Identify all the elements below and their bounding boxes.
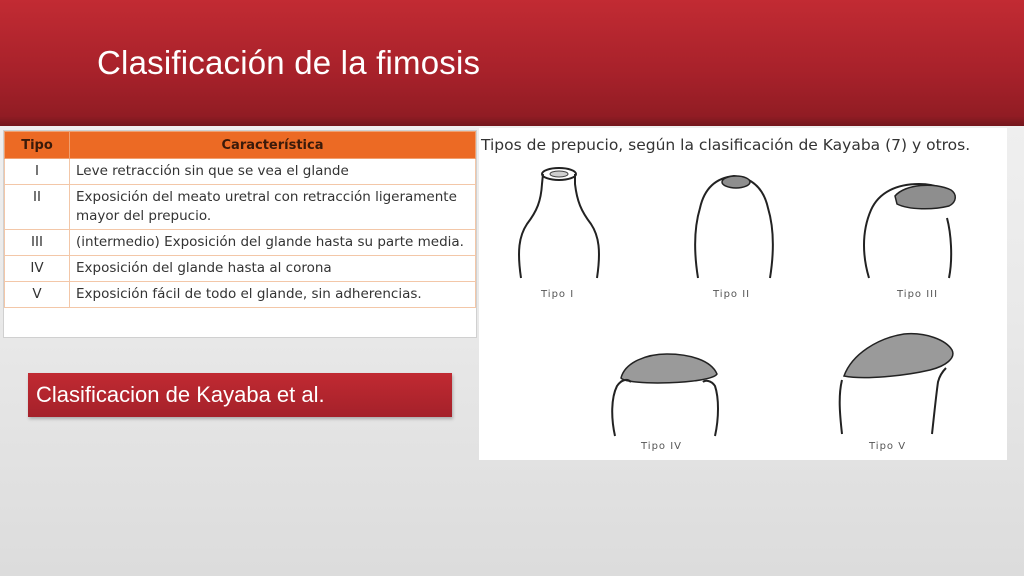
table-row: III (intermedio) Exposición del glande h…	[4, 229, 476, 256]
classification-table: Tipo Característica I Leve retracción si…	[3, 130, 477, 338]
kayaba-callout-text: Clasificacion de Kayaba et al.	[36, 382, 325, 407]
label-tipo-4: Tipo IV	[641, 441, 683, 452]
tipo-3-drawing	[863, 182, 956, 279]
cell-tipo: III	[4, 229, 70, 256]
cell-caracteristica: Exposición del meato uretral con retracc…	[69, 184, 476, 230]
label-tipo-1: Tipo I	[541, 289, 575, 300]
slide-title: Clasificación de la fimosis	[97, 44, 481, 81]
cell-caracteristica: Exposición fácil de todo el glande, sin …	[69, 281, 476, 308]
header-caracteristica: Característica	[69, 131, 476, 159]
cell-tipo: II	[4, 184, 70, 230]
table-header-row: Tipo Característica	[4, 131, 476, 159]
table-row: V Exposición fácil de todo el glande, si…	[4, 281, 476, 308]
table-row: I Leve retracción sin que se vea el glan…	[4, 158, 476, 185]
header-tipo: Tipo	[4, 131, 70, 159]
prepuce-types-figure: Tipos de prepucio, según la clasificació…	[479, 128, 1007, 460]
slide-header: Clasificación de la fimosis	[0, 0, 1024, 126]
cell-caracteristica: Leve retracción sin que se vea el glande	[69, 158, 476, 185]
table: Tipo Característica I Leve retracción si…	[4, 131, 476, 308]
figure-caption: Tipos de prepucio, según la clasificació…	[481, 136, 971, 154]
cell-caracteristica: Exposición del glande hasta al corona	[69, 255, 476, 282]
cell-tipo: I	[4, 158, 70, 185]
tipo-5-drawing	[838, 332, 954, 435]
cell-caracteristica: (intermedio) Exposición del glande hasta…	[69, 229, 476, 256]
tipo-2-drawing	[694, 174, 774, 279]
cell-tipo: IV	[4, 255, 70, 282]
tipo-4-drawing	[611, 353, 719, 437]
table-row: II Exposición del meato uretral con retr…	[4, 184, 476, 230]
label-tipo-2: Tipo II	[713, 289, 751, 300]
tipo-1-drawing	[518, 167, 600, 279]
cell-tipo: V	[4, 281, 70, 308]
table-row: IV Exposición del glande hasta al corona	[4, 255, 476, 282]
header-shadow	[0, 116, 1024, 126]
label-tipo-5: Tipo V	[869, 441, 907, 452]
label-tipo-3: Tipo III	[897, 289, 939, 300]
kayaba-callout: Clasificacion de Kayaba et al.	[28, 373, 452, 417]
